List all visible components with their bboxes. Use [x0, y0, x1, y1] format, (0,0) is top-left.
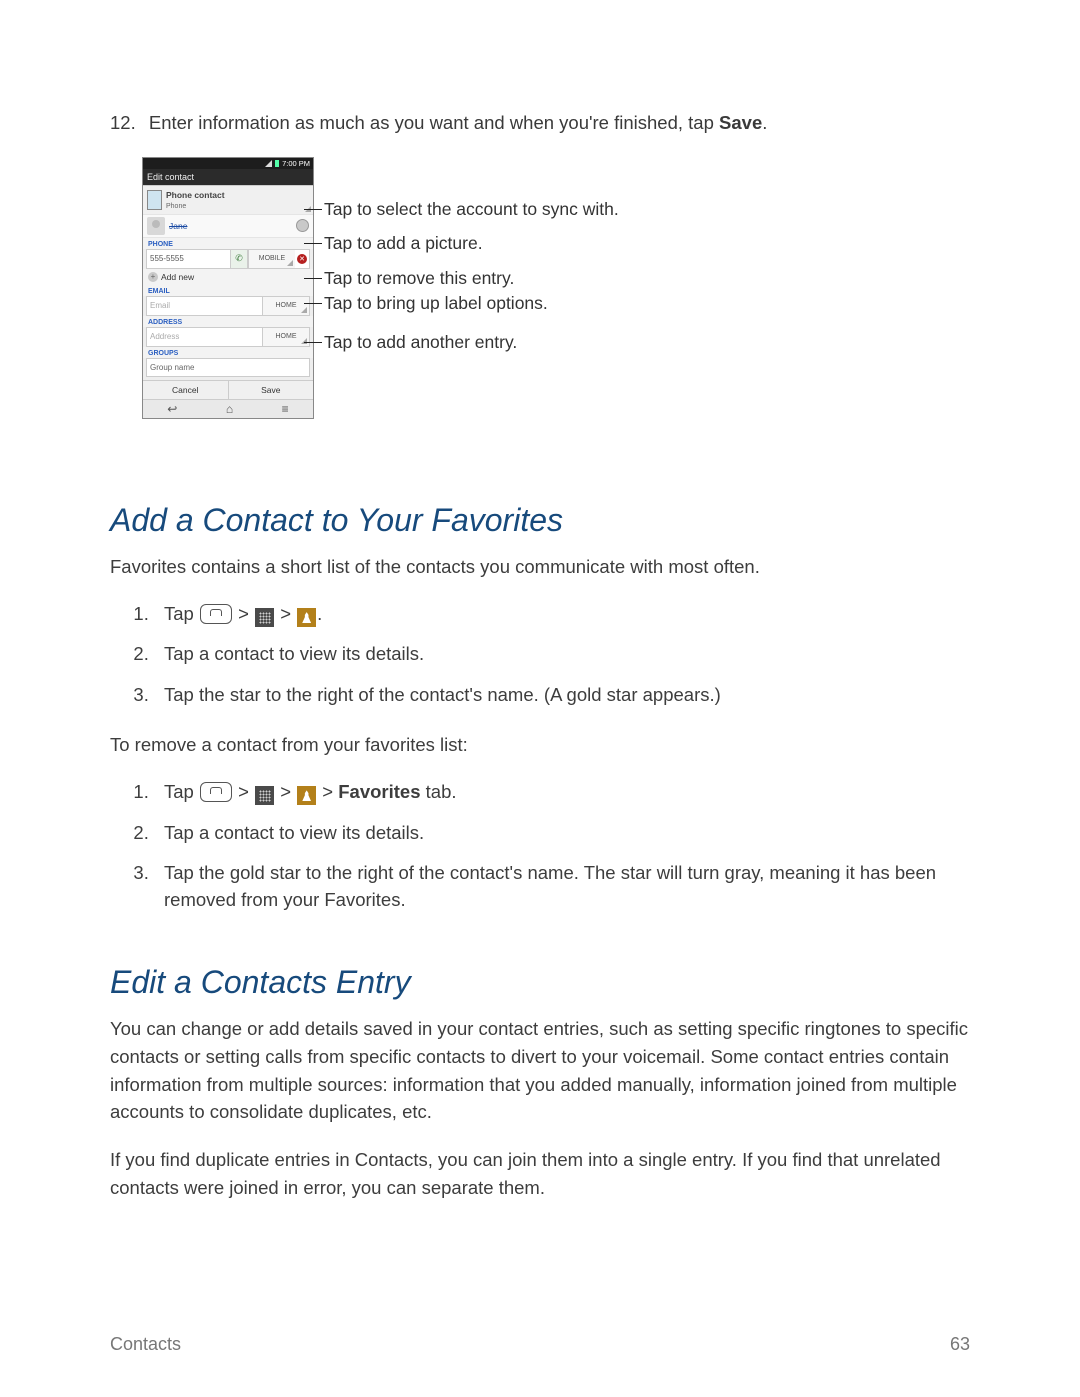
edit-p1: You can change or add details saved in y…	[110, 1015, 970, 1126]
apps-icon	[255, 608, 274, 627]
status-bar: 7:00 PM	[143, 158, 313, 169]
account-sub: Phone	[166, 203, 186, 210]
callout-label: Tap to bring up label options.	[324, 293, 548, 314]
footer-page-number: 63	[950, 1334, 970, 1355]
footer-section: Contacts	[110, 1334, 181, 1355]
home-icon[interactable]: ⌂	[226, 402, 233, 416]
phone-value[interactable]: 555-5555	[147, 250, 230, 268]
fav-step-3: Tap the star to the right of the contact…	[154, 682, 970, 709]
contacts-icon	[297, 786, 316, 805]
apps-icon	[255, 786, 274, 805]
step-12-text-a: Enter information as much as you want an…	[149, 112, 719, 133]
add-new-row[interactable]: + Add new	[143, 269, 313, 285]
dropdown-icon	[301, 307, 307, 313]
address-field[interactable]: Address	[147, 328, 262, 346]
phone-entry: 555-5555 ✆ MOBILE ✕	[146, 249, 310, 269]
screen-title: Edit contact	[143, 169, 313, 185]
group-field[interactable]: Group name	[146, 358, 310, 377]
email-entry: Email HOME	[146, 296, 310, 316]
home-button-icon	[200, 604, 232, 624]
fav-step-2: Tap a contact to view its details.	[154, 641, 970, 668]
plus-icon: +	[148, 272, 158, 282]
email-field[interactable]: Email	[147, 297, 262, 315]
section-phone: PHONE	[143, 238, 313, 249]
address-label[interactable]: HOME	[262, 328, 309, 346]
nav-bar: ↩ ⌂ ≡	[143, 399, 313, 418]
favorites-intro: Favorites contains a short list of the c…	[110, 553, 970, 581]
save-button[interactable]: Save	[229, 381, 314, 399]
menu-icon[interactable]: ≡	[282, 402, 289, 416]
cancel-button[interactable]: Cancel	[143, 381, 229, 399]
email-label[interactable]: HOME	[262, 297, 309, 315]
battery-icon	[275, 160, 279, 167]
callouts: Tap to select the account to sync with. …	[324, 157, 724, 452]
section-email: EMAIL	[143, 285, 313, 296]
status-time: 7:00 PM	[282, 159, 310, 168]
favorites-steps: Tap > > . Tap a contact to view its deta…	[110, 601, 970, 709]
phone-label[interactable]: MOBILE	[248, 250, 295, 268]
rem-step-1: Tap > > > Favorites tab.	[154, 779, 970, 806]
rem-step-3: Tap the gold star to the right of the co…	[154, 860, 970, 914]
fav-step-1: Tap > > .	[154, 601, 970, 628]
back-icon[interactable]: ↩	[167, 402, 177, 416]
callout-add: Tap to add another entry.	[324, 332, 517, 353]
step-12-save: Save	[719, 112, 762, 133]
edit-contact-screenshot: 7:00 PM Edit contact Phone contact Phone…	[142, 157, 314, 419]
page-footer: Contacts 63	[110, 1334, 970, 1355]
name-row: Jane	[143, 215, 313, 238]
remove-intro: To remove a contact from your favorites …	[110, 731, 970, 759]
section-address: ADDRESS	[143, 316, 313, 327]
dropdown-icon	[287, 260, 293, 266]
step-12-text-c: .	[762, 112, 767, 133]
address-entry: Address HOME	[146, 327, 310, 347]
add-new-label: Add new	[161, 272, 194, 282]
contacts-icon	[297, 608, 316, 627]
heading-favorites: Add a Contact to Your Favorites	[110, 502, 970, 539]
heading-edit: Edit a Contacts Entry	[110, 964, 970, 1001]
page: 12. Enter information as much as you wan…	[0, 0, 1080, 1397]
screenshot-with-callouts: 7:00 PM Edit contact Phone contact Phone…	[142, 157, 970, 452]
step-12-number: 12.	[110, 112, 136, 133]
home-button-icon	[200, 782, 232, 802]
contact-avatar[interactable]	[147, 217, 165, 235]
callout-account: Tap to select the account to sync with.	[324, 199, 619, 220]
account-selector[interactable]: Phone contact Phone	[143, 185, 313, 215]
section-groups: GROUPS	[143, 347, 313, 358]
remove-steps: Tap > > > Favorites tab. Tap a contact t…	[110, 779, 970, 914]
signal-icon	[265, 160, 272, 167]
edit-p2: If you find duplicate entries in Contact…	[110, 1146, 970, 1202]
remove-icon: ✕	[297, 254, 307, 264]
rem-step-2: Tap a contact to view its details.	[154, 820, 970, 847]
callout-remove: Tap to remove this entry.	[324, 268, 514, 289]
step-12: 12. Enter information as much as you wan…	[110, 110, 970, 137]
callout-picture: Tap to add a picture.	[324, 233, 483, 254]
name-field[interactable]: Jane	[169, 221, 187, 231]
add-picture-button[interactable]	[296, 219, 309, 232]
remove-entry-button[interactable]: ✕	[295, 250, 309, 268]
dropdown-icon	[301, 338, 307, 344]
favorites-tab-label: Favorites	[338, 781, 420, 802]
call-icon[interactable]: ✆	[230, 250, 248, 268]
account-label: Phone contact	[166, 190, 225, 200]
device-icon	[147, 190, 162, 210]
action-buttons: Cancel Save	[143, 380, 313, 399]
